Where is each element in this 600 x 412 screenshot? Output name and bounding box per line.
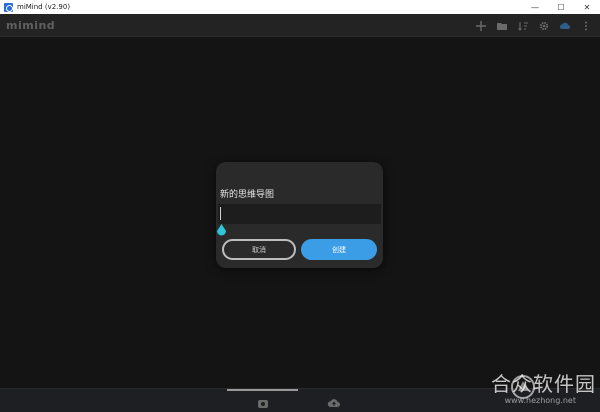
app-logo: mimind [6, 19, 56, 32]
text-caret [220, 207, 221, 220]
cancel-button[interactable]: 取消 [222, 239, 296, 260]
new-mindmap-dialog: 新的思维导图 取消 创建 [216, 162, 383, 268]
sort-icon[interactable] [512, 15, 533, 36]
app-icon [4, 2, 13, 12]
maximize-button[interactable]: ☐ [548, 0, 574, 14]
caret-handle-icon[interactable] [216, 222, 227, 236]
more-vertical-icon[interactable] [575, 15, 596, 36]
dialog-title: 新的思维导图 [220, 190, 275, 200]
close-button[interactable]: ✕ [574, 0, 600, 14]
minimize-button[interactable]: — [522, 0, 548, 14]
create-button[interactable]: 创建 [301, 239, 377, 260]
watermark: 合众软件园 www.hezhong.net [470, 368, 598, 410]
active-tab-indicator [227, 389, 298, 391]
mindmap-name-input[interactable] [218, 204, 381, 224]
window-titlebar: miMind (v2.90) — ☐ ✕ [0, 0, 600, 14]
cloud-icon[interactable] [554, 15, 575, 36]
window-controls: — ☐ ✕ [522, 0, 600, 14]
watermark-url: www.hezhong.net [504, 396, 576, 405]
gear-icon[interactable] [533, 15, 554, 36]
local-storage-icon[interactable] [255, 395, 271, 411]
window-title: miMind (v2.90) [17, 3, 71, 11]
toolbar-actions [470, 14, 596, 37]
add-icon[interactable] [470, 15, 491, 36]
cloud-upload-icon[interactable] [326, 395, 342, 411]
folder-icon[interactable] [491, 15, 512, 36]
watermark-text: 合众软件园 [491, 372, 596, 396]
app-toolbar: mimind [0, 14, 600, 37]
